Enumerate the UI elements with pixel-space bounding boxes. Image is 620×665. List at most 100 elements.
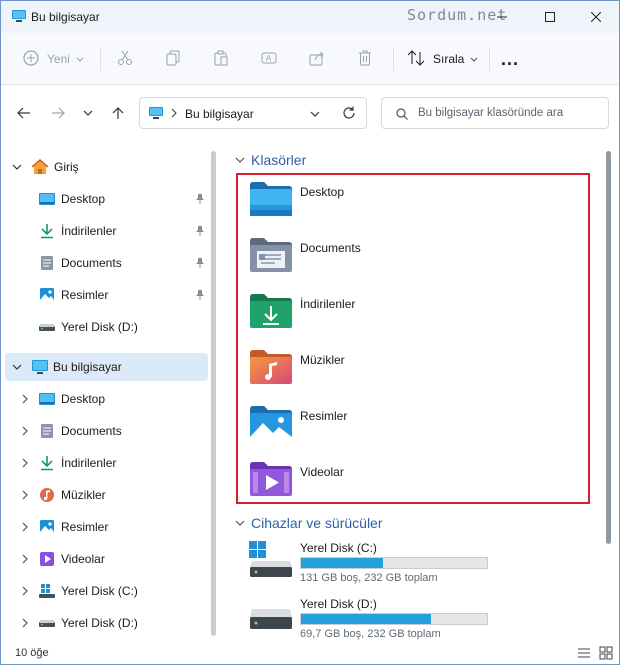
paste-button[interactable] — [213, 33, 229, 85]
chevron-right-icon[interactable] — [19, 457, 31, 469]
chevron-right-icon[interactable] — [19, 553, 31, 565]
downloads-folder-icon — [249, 293, 293, 332]
folder-downloads[interactable]: İndirilenler — [249, 293, 569, 337]
sidebar-item-label: Müzikler — [61, 488, 106, 502]
sidebar-item-videos[interactable]: Videolar — [5, 545, 208, 573]
pin-icon[interactable] — [195, 257, 205, 272]
computer-icon — [148, 106, 164, 123]
title-bar[interactable]: Bu bilgisayar Sordum.net — [1, 1, 619, 33]
sidebar-item-documents[interactable]: Documents — [5, 417, 208, 445]
folder-pictures[interactable]: Resimler — [249, 405, 569, 449]
address-bar[interactable]: Bu bilgisayar — [139, 97, 367, 129]
search-input[interactable] — [418, 103, 604, 123]
folder-name: Desktop — [300, 185, 345, 199]
desktop-icon — [38, 190, 56, 208]
minimize-button[interactable] — [479, 1, 525, 33]
drive-name: Yerel Disk (D:) — [300, 597, 377, 611]
home-icon — [31, 158, 49, 176]
status-bar: 10 öğe — [1, 641, 619, 664]
chevron-right-icon[interactable] — [19, 585, 31, 597]
chevron-down-icon[interactable] — [310, 107, 320, 121]
maximize-button[interactable] — [527, 1, 573, 33]
devices-group-header[interactable]: Cihazlar ve sürücüler — [235, 515, 383, 531]
music-folder-icon — [249, 349, 293, 388]
details-view-icon[interactable] — [577, 646, 591, 663]
delete-button[interactable] — [357, 33, 373, 85]
drive-c[interactable]: Yerel Disk (C:) 131 GB boş, 232 GB topla… — [249, 539, 509, 587]
tiles-view-icon[interactable] — [599, 646, 613, 663]
chevron-right-icon[interactable] — [19, 489, 31, 501]
copy-icon — [165, 50, 181, 69]
sidebar-item-music[interactable]: Müzikler — [5, 481, 208, 509]
drive-d[interactable]: Yerel Disk (D:) 69,7 GB boş, 232 GB topl… — [249, 595, 509, 643]
chevron-down-icon — [470, 52, 478, 66]
sidebar-item-disk-d[interactable]: Yerel Disk (D:) — [5, 609, 208, 637]
drive-usage-bar — [300, 613, 488, 625]
share-icon — [309, 50, 325, 69]
rename-button[interactable]: A — [261, 33, 277, 85]
sort-button[interactable]: Sırala — [407, 33, 478, 85]
sidebar-item-desktop-pinned[interactable]: Desktop — [5, 185, 208, 213]
sidebar-item-downloads-pinned[interactable]: İndirilenler — [5, 217, 208, 245]
sidebar-item-home[interactable]: Giriş — [5, 153, 208, 181]
search-icon — [396, 108, 408, 123]
search-box[interactable] — [381, 97, 609, 129]
pin-icon[interactable] — [195, 225, 205, 240]
folder-videos[interactable]: Videolar — [249, 461, 569, 505]
plus-circle-icon — [23, 49, 39, 69]
sidebar-item-this-pc[interactable]: Bu bilgisayar — [5, 353, 208, 381]
video-icon — [38, 550, 56, 568]
new-button[interactable]: Yeni — [23, 33, 84, 85]
desktop-icon — [38, 390, 56, 408]
explorer-window: Bu bilgisayar Sordum.net Yeni A Sırala .… — [0, 0, 620, 665]
sidebar-item-downloads[interactable]: İndirilenler — [5, 449, 208, 477]
desktop-folder-icon — [249, 181, 293, 220]
recent-locations-button[interactable] — [77, 103, 99, 123]
up-button[interactable] — [107, 103, 129, 123]
sidebar-item-pictures[interactable]: Resimler — [5, 513, 208, 541]
download-icon — [38, 454, 56, 472]
sidebar-item-label: Giriş — [54, 160, 79, 174]
back-button[interactable] — [13, 103, 35, 123]
chevron-right-icon[interactable] — [19, 617, 31, 629]
new-label: Yeni — [47, 52, 70, 66]
sidebar-item-documents-pinned[interactable]: Documents — [5, 249, 208, 277]
chevron-right-icon — [171, 107, 177, 121]
drive-icon — [38, 318, 56, 336]
chevron-down-icon — [235, 153, 245, 167]
close-button[interactable] — [573, 1, 619, 33]
sort-arrows-icon — [407, 49, 425, 69]
chevron-right-icon[interactable] — [19, 425, 31, 437]
folder-documents[interactable]: Documents — [249, 237, 569, 281]
chevron-down-icon[interactable] — [11, 161, 23, 173]
chevron-right-icon[interactable] — [19, 393, 31, 405]
drive-icon — [38, 614, 56, 632]
folder-desktop[interactable]: Desktop — [249, 181, 569, 225]
chevron-right-icon[interactable] — [19, 521, 31, 533]
folder-music[interactable]: Müzikler — [249, 349, 569, 393]
forward-button[interactable] — [47, 103, 69, 123]
folders-group-header[interactable]: Klasörler — [235, 152, 306, 168]
more-options-button[interactable]: ... — [501, 33, 519, 85]
drive-space-info: 69,7 GB boş, 232 GB toplam — [300, 628, 441, 640]
separator — [100, 47, 101, 71]
cut-button[interactable] — [117, 33, 133, 85]
content-scrollbar[interactable] — [606, 151, 611, 544]
pin-icon[interactable] — [195, 193, 205, 208]
videos-folder-icon — [249, 461, 293, 500]
refresh-icon[interactable] — [342, 106, 356, 123]
sidebar-item-disk-c[interactable]: Yerel Disk (C:) — [5, 577, 208, 605]
address-row: Bu bilgisayar — [1, 85, 619, 141]
sidebar-item-pictures-pinned[interactable]: Resimler — [5, 281, 208, 309]
pictures-folder-icon — [249, 405, 293, 444]
pin-icon[interactable] — [195, 289, 205, 304]
navigation-scrollbar[interactable] — [211, 151, 216, 636]
drive-icon — [249, 595, 293, 640]
sidebar-item-disk-d-quick[interactable]: Yerel Disk (D:) — [5, 313, 208, 341]
share-button[interactable] — [309, 33, 325, 85]
chevron-down-icon[interactable] — [11, 361, 23, 373]
copy-button[interactable] — [165, 33, 181, 85]
sidebar-item-desktop[interactable]: Desktop — [5, 385, 208, 413]
separator — [489, 47, 490, 71]
folder-name: Resimler — [300, 409, 348, 423]
